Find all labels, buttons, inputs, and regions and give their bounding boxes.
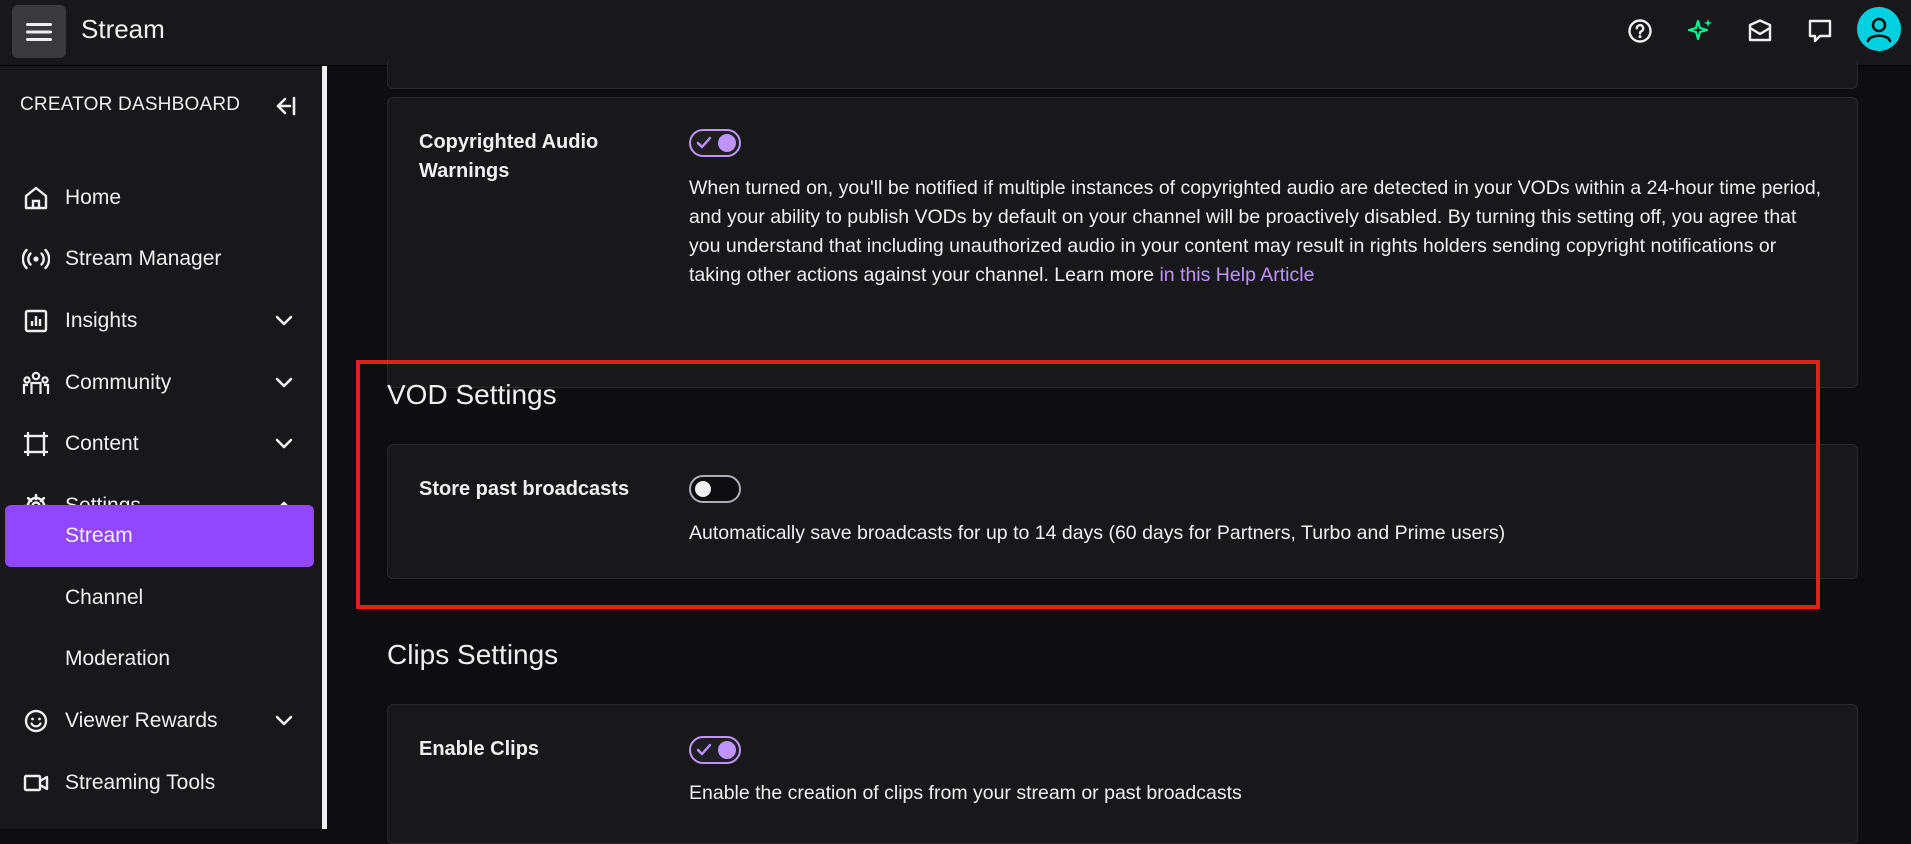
sidebar-item-home[interactable]: Home xyxy=(0,167,322,229)
enable-clips-toggle[interactable] xyxy=(689,736,741,764)
sidebar-item-streaming-tools[interactable]: Streaming Tools xyxy=(0,752,322,814)
sidebar-item-label: Streaming Tools xyxy=(65,771,216,794)
sidebar-item-insights[interactable]: Insights xyxy=(0,290,322,352)
highlight-annotation-box xyxy=(356,360,1820,609)
chevron-down-icon xyxy=(270,307,298,335)
clips-settings-card: Enable Clips Enable the creation of clip… xyxy=(387,704,1858,844)
collapse-icon xyxy=(276,96,296,116)
copyright-warnings-card: Copyrighted Audio Warnings When turned o… xyxy=(387,97,1858,388)
whispers-button[interactable] xyxy=(1803,14,1837,48)
user-avatar[interactable] xyxy=(1857,7,1901,51)
help-article-link[interactable]: in this Help Article xyxy=(1159,264,1314,286)
whispers-icon xyxy=(1808,19,1832,43)
rewards-icon xyxy=(22,707,50,735)
inbox-icon xyxy=(1748,19,1772,42)
sidebar-item-moderation[interactable]: Moderation xyxy=(0,628,322,690)
app-title: Stream xyxy=(81,14,165,44)
chevron-down-icon xyxy=(270,430,298,458)
sidebar-item-label: Insights xyxy=(65,309,138,332)
collapse-sidebar-button[interactable] xyxy=(268,90,300,122)
sidebar-header: CREATOR DASHBOARD xyxy=(20,94,241,115)
label-line: Copyrighted Audio xyxy=(419,131,599,153)
sparkle-button[interactable] xyxy=(1683,14,1717,48)
chevron-down-icon xyxy=(270,707,298,735)
sidebar-item-label: Community xyxy=(65,371,172,394)
broadcast-icon xyxy=(22,245,50,273)
help-icon xyxy=(1628,19,1652,43)
sidebar-item-label: Home xyxy=(65,186,122,209)
sidebar-item-label: Stream Manager xyxy=(65,247,222,270)
camera-icon xyxy=(22,769,50,797)
sidebar-item-stream[interactable]: Stream xyxy=(0,505,322,567)
sidebar-item-content[interactable]: Content xyxy=(0,413,322,475)
sidebar: CREATOR DASHBOARD Home Stream Manager In… xyxy=(0,66,322,829)
sidebar-item-community[interactable]: Community xyxy=(0,352,322,414)
copyright-warnings-toggle[interactable] xyxy=(689,129,741,157)
sidebar-item-label: Stream xyxy=(65,524,133,547)
chevron-down-icon xyxy=(270,369,298,397)
sidebar-item-label: Moderation xyxy=(65,647,171,670)
help-button[interactable] xyxy=(1623,14,1657,48)
sidebar-item-stream-manager[interactable]: Stream Manager xyxy=(0,228,322,290)
insights-icon xyxy=(22,307,50,335)
sidebar-item-channel[interactable]: Channel xyxy=(0,567,322,629)
enable-clips-description: Enable the creation of clips from your s… xyxy=(689,782,1242,804)
community-icon xyxy=(22,369,50,397)
inbox-button[interactable] xyxy=(1743,14,1777,48)
enable-clips-label: Enable Clips xyxy=(419,738,540,760)
check-icon xyxy=(696,136,712,149)
menu-icon xyxy=(26,22,52,41)
content-icon xyxy=(22,430,50,458)
menu-button[interactable] xyxy=(12,5,66,58)
copyright-warnings-description: When turned on, you'll be notified if mu… xyxy=(689,174,1829,290)
sidebar-item-label: Content xyxy=(65,432,139,455)
previous-settings-card xyxy=(387,58,1858,89)
avatar-icon xyxy=(1866,17,1892,43)
home-icon xyxy=(22,184,50,212)
sparkle-icon xyxy=(1687,19,1712,41)
sidebar-item-label: Channel xyxy=(65,586,144,609)
check-icon xyxy=(696,743,712,756)
label-line: Warnings xyxy=(419,160,510,182)
sidebar-item-label: Viewer Rewards xyxy=(65,709,218,732)
copyright-warnings-label: Copyrighted Audio Warnings xyxy=(419,128,598,186)
top-bar: Stream xyxy=(0,0,1911,66)
sidebar-item-viewer-rewards[interactable]: Viewer Rewards xyxy=(0,690,322,752)
clips-settings-title: Clips Settings xyxy=(387,639,559,670)
